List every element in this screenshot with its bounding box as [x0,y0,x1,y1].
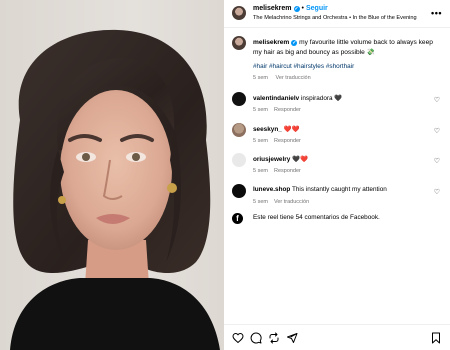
reply-link[interactable]: Responder [274,138,301,144]
avatar[interactable] [232,36,246,50]
facebook-comments-notice: f Este reel tiene 54 comentarios de Face… [232,212,444,226]
share-paper-plane-icon[interactable] [286,332,298,344]
comment-text: inspiradora 🖤 [300,95,343,102]
avatar[interactable] [232,6,246,20]
translate-link[interactable]: Ver traducción [276,75,311,81]
comment-text: This instantly caught my attention [291,186,387,193]
comment-item: luneve.shop This instantly caught my att… [232,184,444,208]
comment-text: ❤️❤️ [283,126,300,133]
audio-attribution[interactable]: The Melachrino Strings and Orchestra • I… [253,15,417,21]
caption-time: 5 sem [253,75,268,81]
like-heart-icon[interactable]: ♡ [434,188,440,196]
avatar[interactable] [232,153,246,167]
separator-dot: • [301,5,304,12]
comment-username[interactable]: seeskyn_ [253,126,282,133]
like-heart-icon[interactable]: ♡ [434,127,440,135]
reply-link[interactable]: Responder [274,107,301,113]
comment-item: valentindanielv inspiradora 🖤 5 sem Respo… [232,92,444,116]
post-panel: melisekrem ✓ • Seguir The Melachrino String… [224,0,450,350]
save-bookmark-icon[interactable] [430,332,442,344]
comment-username[interactable]: oriusjewelry [253,156,290,163]
reel-video[interactable] [0,0,224,350]
comment-bubble-icon[interactable] [250,332,262,344]
like-heart-icon[interactable]: ♡ [434,157,440,165]
comment-time: 5 sem [253,168,268,174]
more-options-icon[interactable]: ••• [431,8,442,18]
comment-time: 5 sem [253,107,268,113]
facebook-icon: f [232,213,243,224]
avatar[interactable] [232,123,246,137]
like-heart-icon[interactable] [232,332,244,344]
follow-button[interactable]: Seguir [306,5,328,12]
repost-icon[interactable] [268,332,280,344]
comment-username[interactable]: valentindanielv [253,95,299,102]
caption-username[interactable]: melisekrem [253,39,289,46]
translate-link[interactable]: Ver traducción [274,199,309,205]
action-bar [224,324,450,350]
verified-badge-icon: ✓ [293,6,300,12]
avatar[interactable] [232,184,246,198]
reel-frame-illustration [10,29,220,350]
like-heart-icon[interactable]: ♡ [434,96,440,104]
avatar[interactable] [232,92,246,106]
comment-time: 5 sem [253,199,268,205]
comment-time: 5 sem [253,138,268,144]
comment-item: oriusjewelry 🖤❤️ 5 sem Responder ♡ [232,153,444,177]
comment-text: 🖤❤️ [292,156,308,163]
facebook-comments-text: Este reel tiene 54 comentarios de Facebo… [253,214,380,221]
verified-badge-icon: ✓ [291,40,298,46]
author-username[interactable]: melisekrem [253,5,292,12]
comment-item: seeskyn_ ❤️❤️ 5 sem Responder ♡ [232,123,444,147]
reply-link[interactable]: Responder [274,168,301,174]
comment-username[interactable]: luneve.shop [253,186,290,193]
caption-hashtags[interactable]: #hair #haircut #hairstyles #shorthair [253,63,354,70]
post-header: melisekrem ✓ • Seguir The Melachrino String… [224,0,450,28]
